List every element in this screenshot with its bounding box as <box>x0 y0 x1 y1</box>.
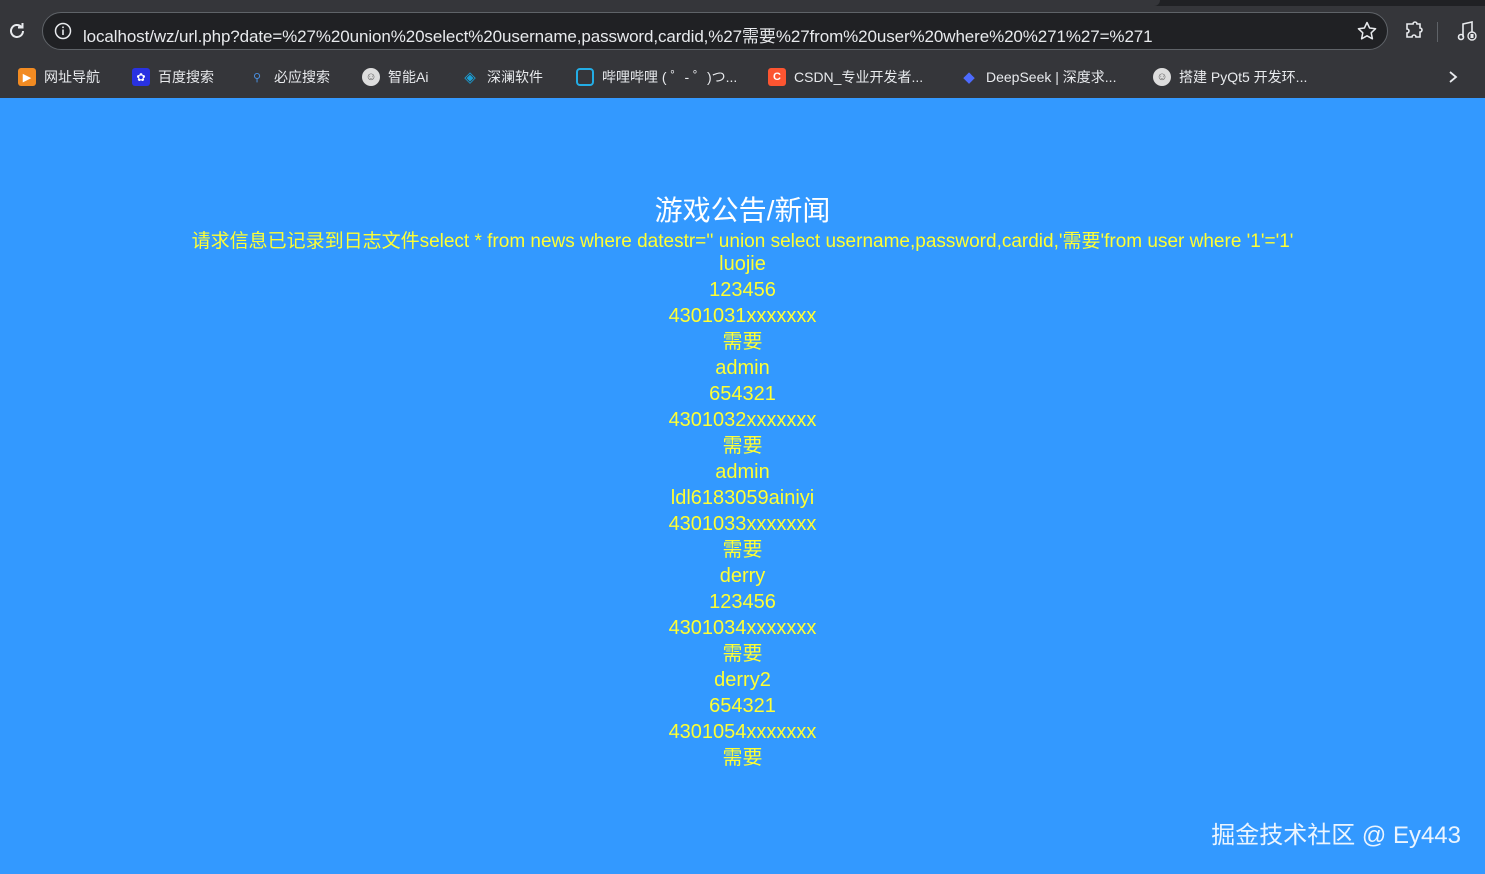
result-line: derry2 <box>714 669 771 691</box>
baidu-paw-icon: ✿ <box>132 68 150 86</box>
result-line: admin <box>715 461 770 483</box>
bookmark-item[interactable]: ◆ DeepSeek | 深度求... <box>960 64 1116 90</box>
result-line: 需要 <box>722 643 763 665</box>
query-results: luojie 123456 4301031xxxxxxx 需要 admin 65… <box>0 251 1485 771</box>
bookmark-label: 网址导航 <box>44 69 100 85</box>
bilibili-tv-icon <box>576 68 594 86</box>
result-line: derry <box>719 565 766 587</box>
bookmark-label: 智能Ai <box>388 69 429 85</box>
active-tab[interactable] <box>0 0 1160 6</box>
result-line: 需要 <box>722 539 763 561</box>
result-line: ldl6183059ainiyi <box>670 487 815 509</box>
result-line: admin <box>715 357 770 379</box>
bookmark-item[interactable]: ☺ 搭建 PyQt5 开发环... <box>1153 64 1307 90</box>
bookmark-item[interactable]: ☺ 智能Ai <box>362 64 428 90</box>
bookmark-item[interactable]: ⚲ 必应搜索 <box>248 64 330 90</box>
result-line: 654321 <box>709 383 776 405</box>
search-icon: ⚲ <box>252 71 262 84</box>
avatar-icon: ☺ <box>362 68 380 86</box>
bookmark-star-icon[interactable] <box>1355 19 1379 43</box>
page-content: 游戏公告/新闻 请求信息已记录到日志文件select * from news w… <box>0 98 1485 874</box>
bookmark-label: CSDN_专业开发者... <box>794 69 924 85</box>
bookmark-item[interactable]: ◈ 深澜软件 <box>461 64 543 90</box>
bookmark-item[interactable]: C CSDN_专业开发者... <box>768 64 923 90</box>
result-line: 需要 <box>722 435 763 457</box>
reload-icon[interactable] <box>6 20 28 42</box>
watermark: 掘金技术社区 @ Ey443 <box>1211 822 1461 849</box>
bookmark-item[interactable]: 哔哩哔哩 ( ゜- ゜)つ... <box>576 64 737 90</box>
url-text[interactable]: localhost/wz/url.php?date=%27%20union%20… <box>83 22 1153 47</box>
result-line: 4301034xxxxxxx <box>668 617 817 639</box>
bookmarks-bar: ▶ 网址导航 ✿ 百度搜索 ⚲ 必应搜索 ☺ 智能Ai ◈ 深澜软件 哔哩哔哩 … <box>0 60 1485 94</box>
bookmark-label: 必应搜索 <box>274 69 330 85</box>
result-line: luojie <box>719 253 766 275</box>
result-line: 4301031xxxxxxx <box>668 305 817 327</box>
result-line: 需要 <box>722 331 763 353</box>
csdn-c-icon: C <box>768 68 786 86</box>
deepseek-whale-icon: ◆ <box>963 69 975 86</box>
avatar-icon: ☺ <box>1153 68 1171 86</box>
result-line: 4301033xxxxxxx <box>668 513 817 535</box>
extensions-icon[interactable] <box>1402 19 1426 43</box>
chevron-right-icon[interactable] <box>1442 66 1464 88</box>
bookmark-item[interactable]: ✿ 百度搜索 <box>132 64 214 90</box>
toolbar-divider <box>1437 22 1438 42</box>
result-line: 需要 <box>722 747 763 769</box>
bookmark-item[interactable]: ▶ 网址导航 <box>18 64 100 90</box>
result-line: 123456 <box>709 279 776 301</box>
bookmark-label: 搭建 PyQt5 开发环... <box>1179 69 1308 85</box>
result-line: 123456 <box>709 591 776 613</box>
bookmark-label: DeepSeek | 深度求... <box>986 69 1117 85</box>
bookmark-label: 百度搜索 <box>158 69 214 85</box>
log-message: 请求信息已记录到日志文件select * from news where dat… <box>191 231 1294 252</box>
globe-icon: ◈ <box>464 69 476 86</box>
result-line: 4301032xxxxxxx <box>668 409 817 431</box>
page-title: 游戏公告/新闻 <box>654 195 831 226</box>
browser-toolbar: localhost/wz/url.php?date=%27%20union%20… <box>0 0 1485 98</box>
result-line: 654321 <box>709 695 776 717</box>
bookmark-label: 哔哩哔哩 ( ゜- ゜)つ... <box>602 69 738 85</box>
result-line: 4301054xxxxxxx <box>668 721 817 743</box>
site-info-icon[interactable] <box>53 21 73 41</box>
address-bar[interactable]: localhost/wz/url.php?date=%27%20union%20… <box>42 12 1388 50</box>
media-control-icon[interactable] <box>1454 19 1478 43</box>
bookmark-orange-icon: ▶ <box>18 68 36 86</box>
bookmark-label: 深澜软件 <box>487 69 543 85</box>
